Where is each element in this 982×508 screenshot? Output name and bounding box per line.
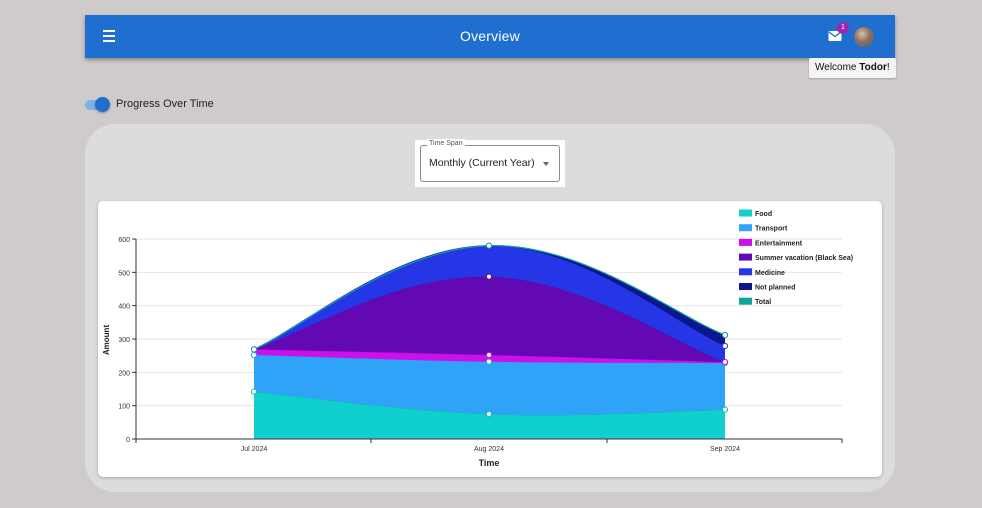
- legend-swatch: [739, 283, 752, 290]
- legend-item-label: Transport: [755, 226, 788, 233]
- data-point: [485, 410, 493, 418]
- legend-swatch: [739, 238, 752, 246]
- y-tick-label: 100: [118, 404, 130, 411]
- y-axis-label: Amount: [102, 325, 111, 356]
- welcome-suffix: !: [886, 62, 890, 73]
- app-bar: Overview 1: [85, 15, 895, 58]
- timespan-value[interactable]: Monthly (Current Year): [429, 157, 535, 169]
- notification-badge: 1: [837, 22, 849, 34]
- progress-toggle-label: Progress Over Time: [116, 98, 214, 110]
- legend-swatch: [739, 253, 752, 261]
- x-axis-label: Time: [479, 458, 500, 468]
- legend-item-label: Summer vacation (Black Sea): [755, 255, 853, 262]
- welcome-tooltip: Welcome Todor!: [809, 58, 896, 78]
- legend-item-label: Medicine: [755, 270, 785, 277]
- data-point: [250, 388, 258, 395]
- avatar[interactable]: [854, 27, 874, 47]
- data-point: [485, 273, 493, 280]
- legend-swatch: [739, 268, 752, 276]
- x-tick-label: Jul 2024: [241, 446, 268, 453]
- x-tick-label: Sep 2024: [710, 446, 740, 453]
- timespan-legend: Time Span: [427, 139, 465, 149]
- legend-item-label: Entertainment: [755, 240, 803, 247]
- data-point: [250, 346, 258, 353]
- legend-swatch: [739, 224, 752, 232]
- y-tick-label: 400: [118, 304, 130, 311]
- data-point: [721, 342, 729, 350]
- area-chart: 0 100 200 300 400 500 600 Jul 2024 Aug 2024 Sep 2…: [102, 209, 853, 468]
- dropdown-arrow-icon[interactable]: [543, 162, 549, 166]
- y-tick-label: 0: [126, 437, 130, 444]
- page-title: Overview: [460, 28, 520, 44]
- progress-toggle[interactable]: [85, 97, 111, 113]
- legend-item-label: Not planned: [755, 285, 795, 292]
- y-tick-label: 200: [118, 370, 130, 377]
- data-point: [250, 351, 258, 359]
- legend-swatch: [739, 209, 752, 217]
- data-point: [485, 351, 493, 359]
- y-tick-label: 500: [118, 270, 130, 277]
- data-point: [721, 406, 729, 413]
- data-point: [485, 358, 493, 365]
- legend-item-label: Total: [755, 299, 771, 306]
- chart-card: 0 100 200 300 400 500 600 Jul 2024 Aug 2024 Sep 2…: [98, 201, 882, 477]
- x-tick-label: Aug 2024: [474, 446, 504, 453]
- welcome-user: Todor: [859, 62, 887, 73]
- legend-swatch: [739, 297, 752, 305]
- y-tick-label: 300: [118, 337, 130, 344]
- data-point: [485, 242, 493, 249]
- welcome-prefix: Welcome: [815, 62, 860, 73]
- toggle-thumb: [95, 97, 110, 112]
- y-tick-label: 600: [118, 237, 130, 244]
- data-point: [721, 358, 729, 366]
- legend-item-label: Food: [755, 211, 772, 218]
- data-point: [721, 331, 729, 339]
